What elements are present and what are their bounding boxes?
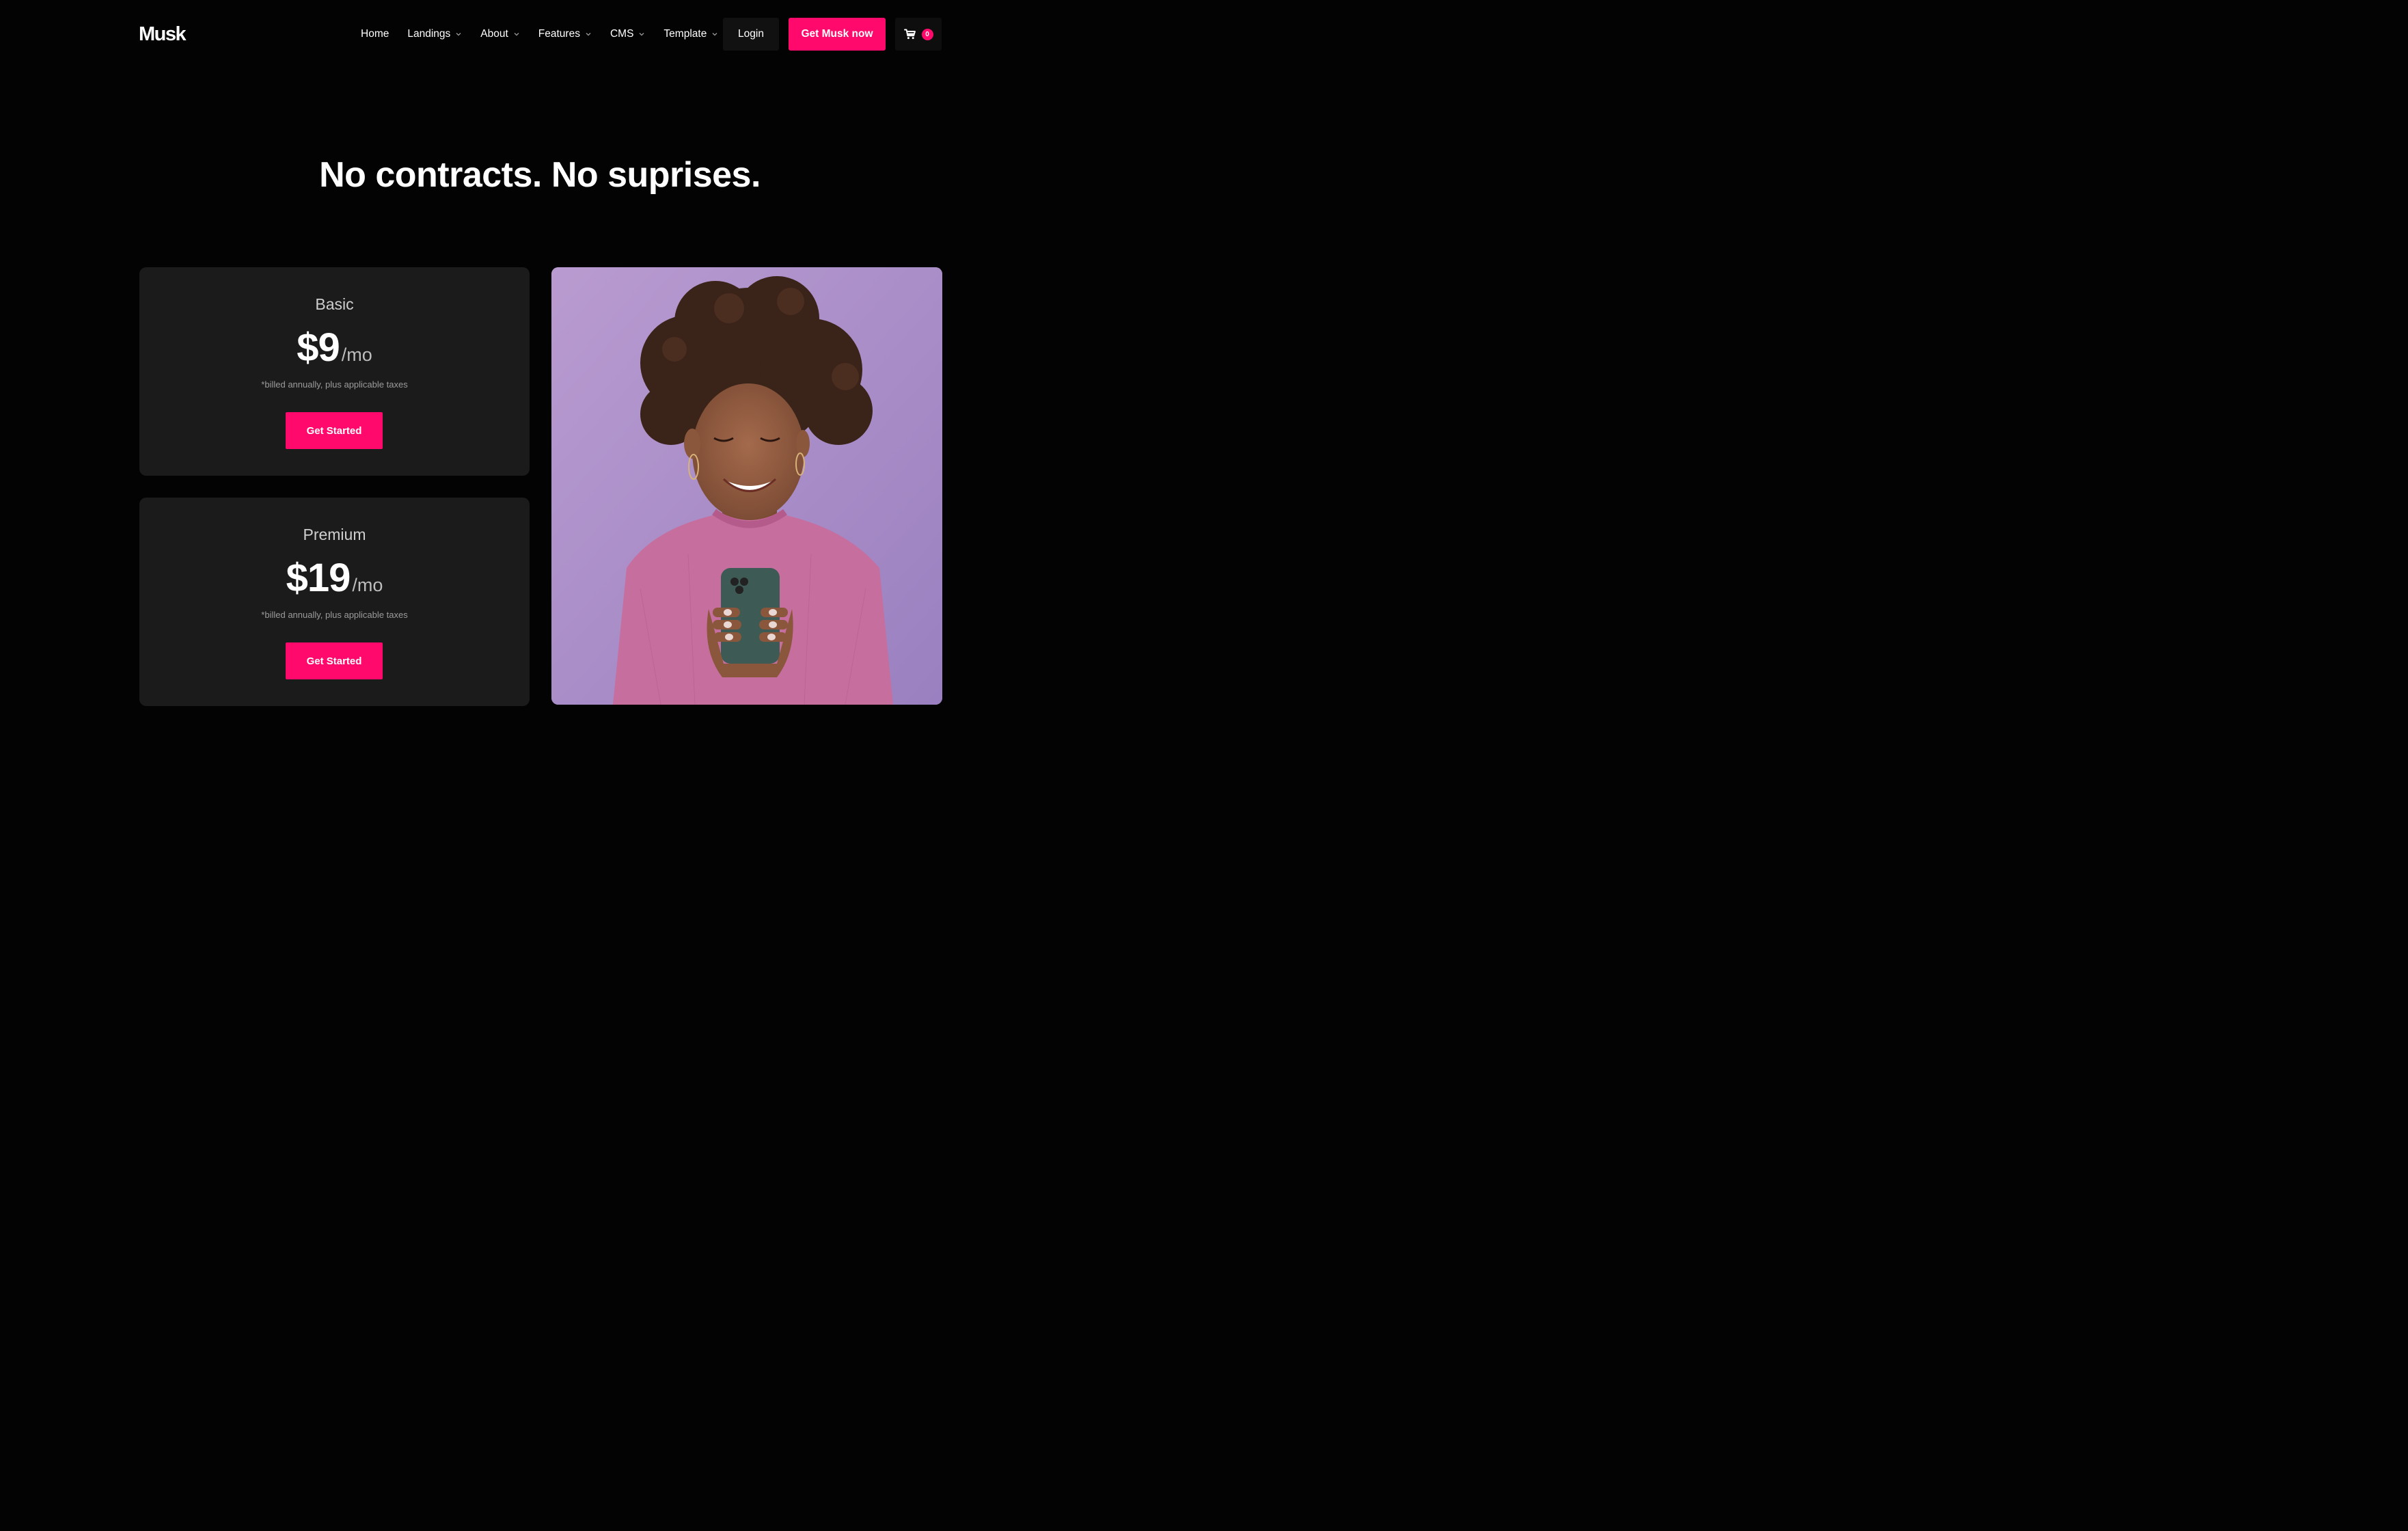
- nav-item-label: Landings: [407, 28, 451, 40]
- chevron-down-icon: [712, 33, 717, 36]
- pricing-card-premium: Premium $19 /mo *billed annually, plus a…: [139, 498, 530, 706]
- chevron-down-icon: [456, 33, 461, 36]
- nav-item-about[interactable]: About: [480, 28, 520, 40]
- nav-item-landings[interactable]: Landings: [407, 28, 462, 40]
- nav-item-home[interactable]: Home: [361, 28, 389, 40]
- brand-logo[interactable]: Musk: [139, 23, 187, 46]
- top-navigation: Musk Home Landings About Features CMS Te…: [0, 0, 1071, 68]
- chevron-down-icon: [514, 33, 519, 36]
- get-musk-now-button[interactable]: Get Musk now: [789, 18, 886, 51]
- nav-item-label: Template: [663, 28, 707, 40]
- plan-price: $19: [286, 556, 351, 600]
- pricing-card-basic: Basic $9 /mo *billed annually, plus appl…: [139, 267, 530, 476]
- nav-item-label: Home: [361, 28, 389, 40]
- login-button[interactable]: Login: [723, 18, 779, 51]
- nav-item-label: CMS: [610, 28, 634, 40]
- price-row: $19 /mo: [139, 556, 530, 600]
- plan-price: $9: [297, 325, 340, 370]
- shopping-cart-icon: [903, 29, 916, 40]
- nav-item-cms[interactable]: CMS: [610, 28, 645, 40]
- nav-item-label: About: [480, 28, 508, 40]
- chevron-down-icon: [586, 33, 591, 36]
- plan-name: Basic: [315, 295, 354, 313]
- cart-count-badge: 0: [921, 28, 933, 40]
- get-started-button[interactable]: Get Started: [286, 412, 383, 449]
- get-started-button[interactable]: Get Started: [286, 642, 383, 679]
- photo-illustration: [551, 267, 942, 705]
- chevron-down-icon: [639, 33, 644, 36]
- main-menu: Home Landings About Features CMS Templat…: [361, 18, 718, 51]
- plan-name: Premium: [303, 526, 366, 543]
- plan-period: /mo: [352, 575, 383, 595]
- price-row: $9 /mo: [139, 326, 530, 370]
- nav-item-template[interactable]: Template: [663, 28, 718, 40]
- woman-with-phone-photo: [551, 267, 942, 705]
- page-headline: No contracts. No suprises.: [319, 155, 761, 195]
- nav-item-features[interactable]: Features: [538, 28, 592, 40]
- billing-note: *billed annually, plus applicable taxes: [261, 610, 408, 620]
- billing-note: *billed annually, plus applicable taxes: [261, 379, 408, 390]
- cart-button[interactable]: 0: [895, 18, 942, 51]
- plan-period: /mo: [341, 344, 372, 365]
- nav-item-label: Features: [538, 28, 580, 40]
